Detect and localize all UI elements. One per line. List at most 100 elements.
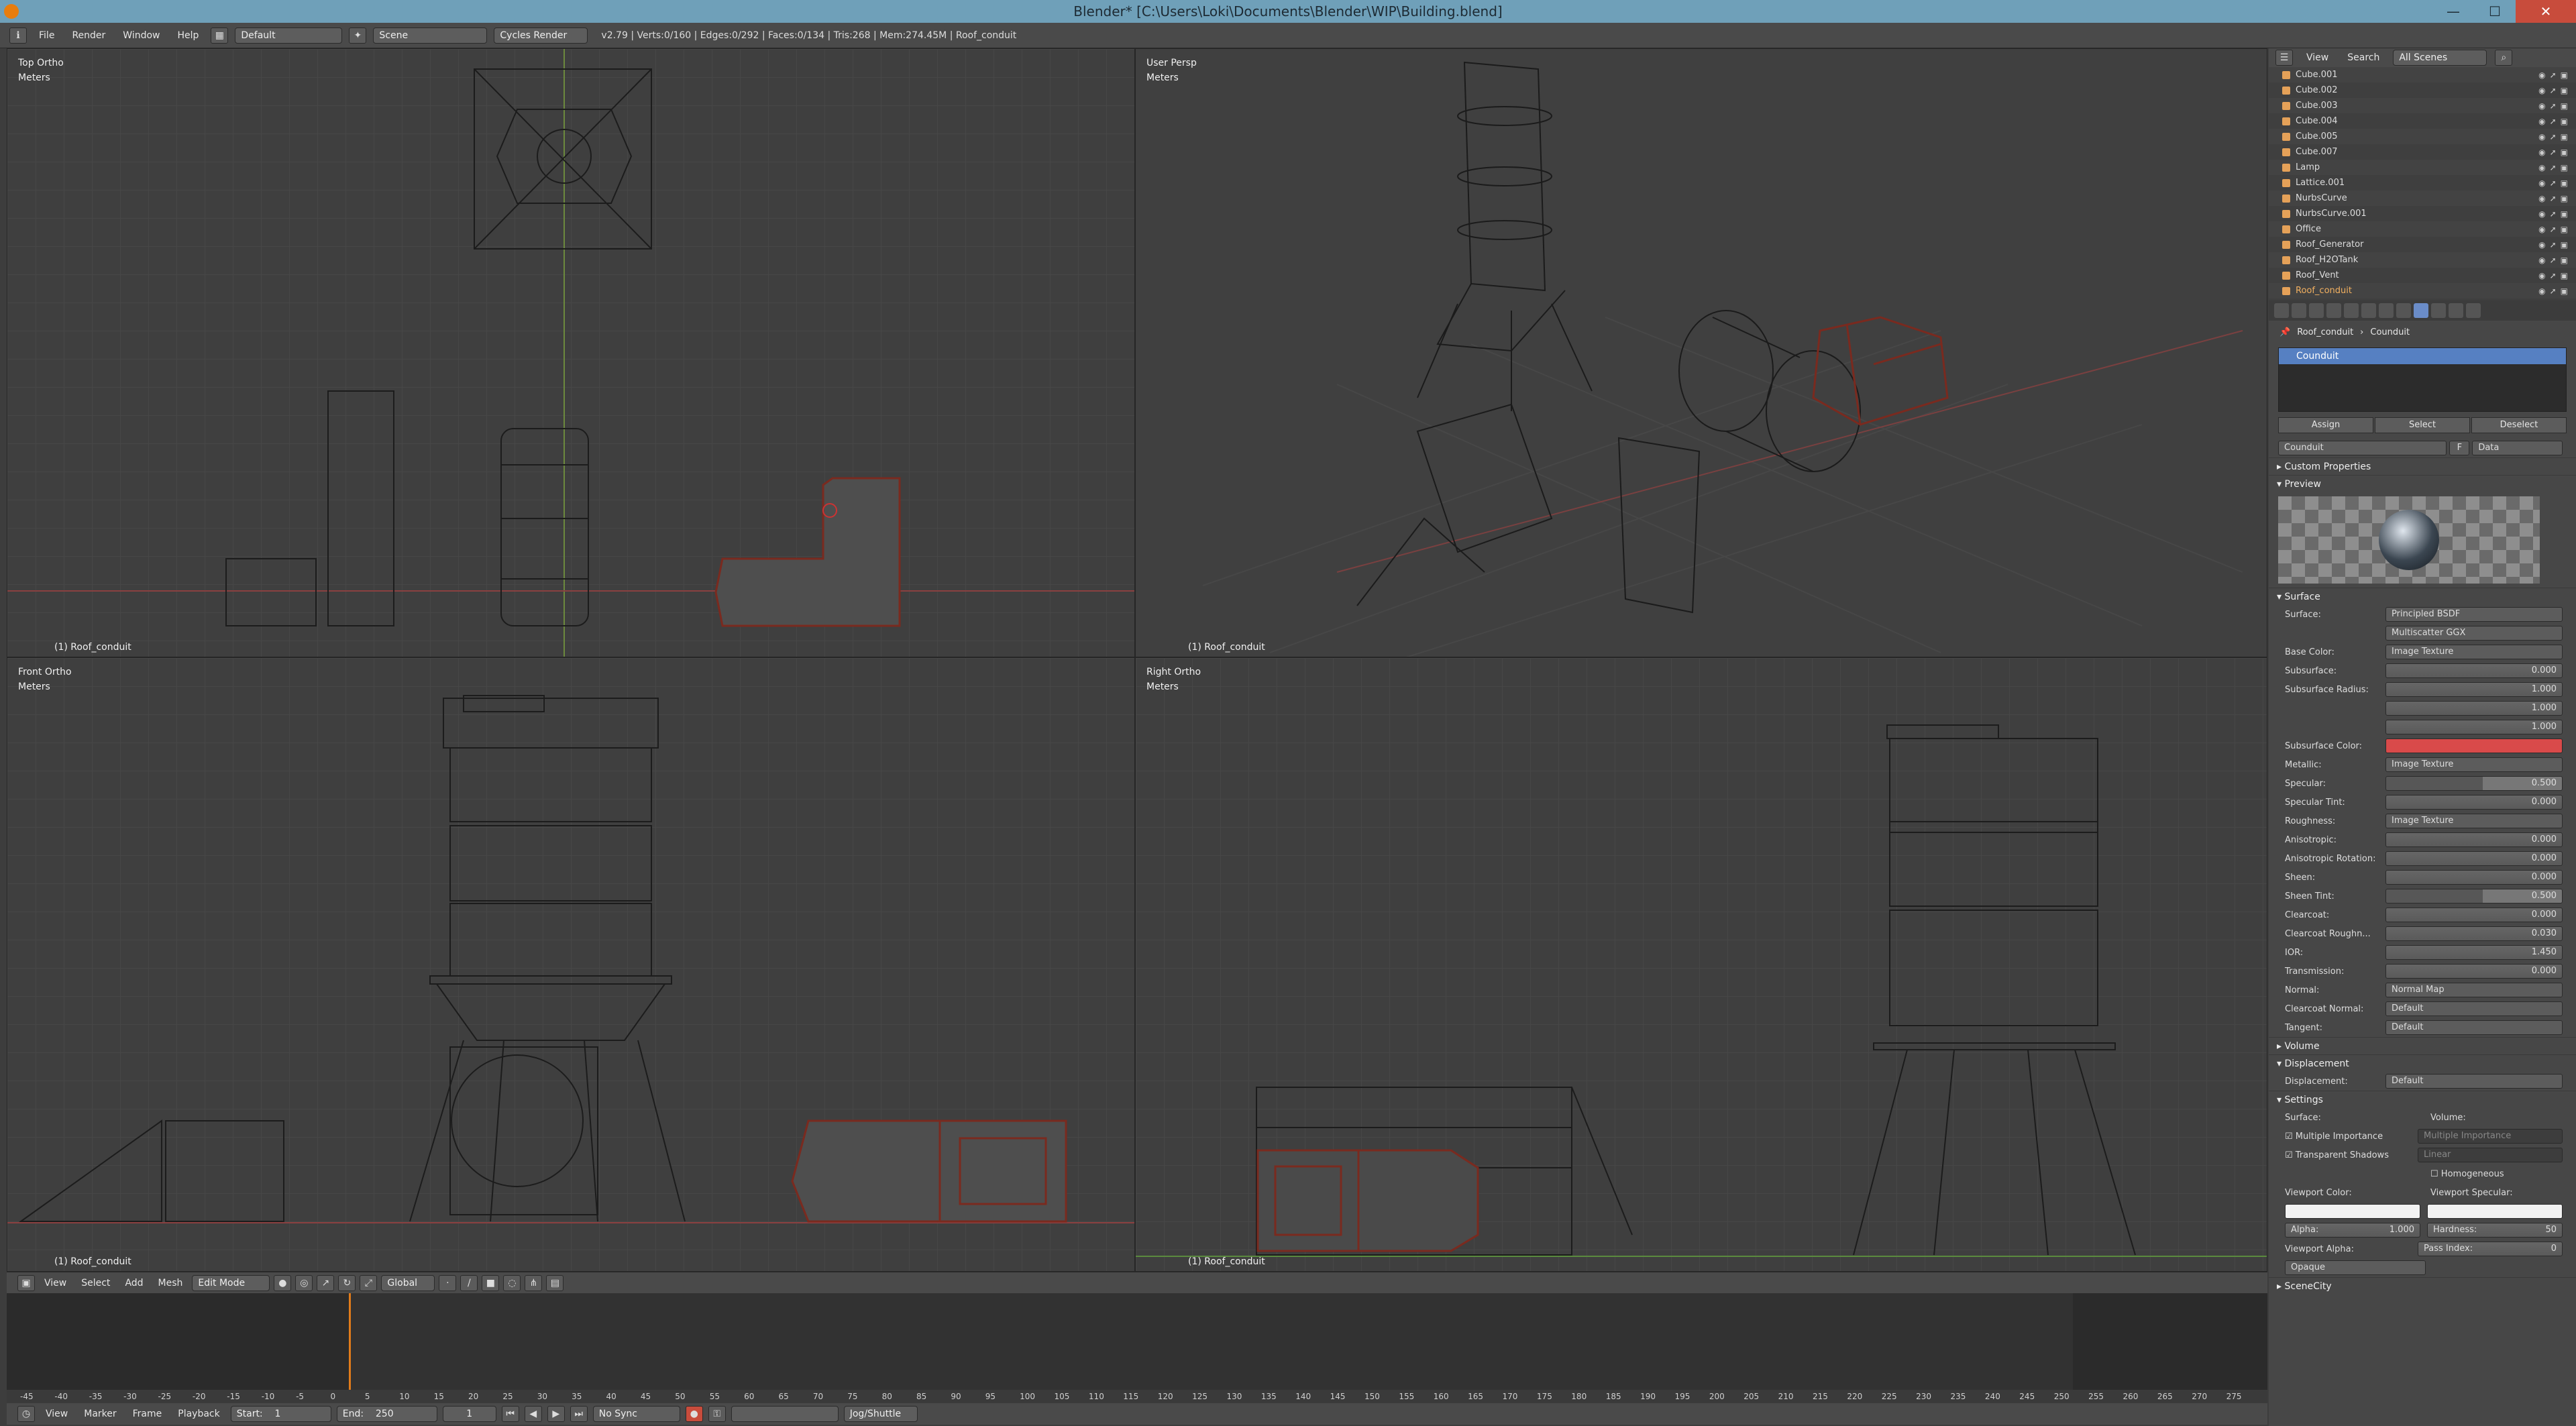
render-camera-icon[interactable]: ▣ xyxy=(2561,163,2568,172)
render-camera-icon[interactable]: ▣ xyxy=(2561,86,2568,95)
render-camera-icon[interactable]: ▣ xyxy=(2561,194,2568,203)
viewport-top-ortho[interactable]: Top Ortho Meters (1) Roof_conduit xyxy=(7,48,1135,657)
surface-row-field[interactable]: Multiscatter GGX xyxy=(2385,626,2563,641)
vertex-select-icon[interactable]: · xyxy=(439,1274,457,1291)
visibility-eye-icon[interactable]: ◉ xyxy=(2538,101,2545,111)
pivot-icon[interactable]: ◎ xyxy=(295,1274,313,1291)
object-tab-icon[interactable] xyxy=(2344,303,2359,318)
select-arrow-icon[interactable]: ➚ xyxy=(2550,148,2557,157)
manipulator-icon[interactable]: ↗ xyxy=(317,1274,335,1291)
pass-index-field[interactable]: Pass Index: 0 xyxy=(2418,1242,2563,1256)
surface-row-field[interactable]: 0.000 xyxy=(2385,964,2563,979)
outliner-item[interactable]: Cube.007 ◉ ➚ ▣ xyxy=(2269,144,2576,160)
pin-icon[interactable]: 📌 xyxy=(2279,327,2290,337)
menu-marker[interactable]: Marker xyxy=(78,1409,121,1419)
viewport-right-ortho[interactable]: Right Ortho Meters (1) Roof_conduit xyxy=(1135,657,2267,1272)
surface-row-field[interactable]: Image Texture xyxy=(2385,757,2563,772)
current-frame-field[interactable]: 1 xyxy=(442,1406,496,1422)
surface-row-field[interactable]: 1.450 xyxy=(2385,945,2563,960)
link-dropdown[interactable]: Data xyxy=(2472,441,2563,455)
blend-mode-dropdown[interactable]: Opaque xyxy=(2285,1260,2426,1275)
surface-row-field[interactable]: Default xyxy=(2385,1020,2563,1035)
render-camera-icon[interactable]: ▣ xyxy=(2561,271,2568,280)
render-preview-icon[interactable]: ▤ xyxy=(546,1274,564,1291)
constraints-tab-icon[interactable] xyxy=(2361,303,2376,318)
visibility-eye-icon[interactable]: ◉ xyxy=(2538,86,2545,95)
select-arrow-icon[interactable]: ➚ xyxy=(2550,271,2557,280)
jump-start-icon[interactable]: ⏮ xyxy=(501,1406,519,1422)
surface-row-field[interactable]: Default xyxy=(2385,1001,2563,1016)
visibility-eye-icon[interactable]: ◉ xyxy=(2538,70,2545,80)
render-camera-icon[interactable]: ▣ xyxy=(2561,70,2568,80)
menu-file[interactable]: File xyxy=(34,30,60,41)
outliner-item[interactable]: Roof_Vent ◉ ➚ ▣ xyxy=(2269,268,2576,283)
select-button[interactable]: Select xyxy=(2375,417,2470,433)
surface-row-field[interactable]: 0.030 xyxy=(2385,926,2563,941)
surface-row-field[interactable]: Image Texture xyxy=(2385,814,2563,828)
particles-tab-icon[interactable] xyxy=(2449,303,2463,318)
outliner-item[interactable]: Cube.002 ◉ ➚ ▣ xyxy=(2269,83,2576,98)
select-arrow-icon[interactable]: ➚ xyxy=(2550,209,2557,219)
outliner-item[interactable]: Office ◉ ➚ ▣ xyxy=(2269,221,2576,237)
menu-mesh[interactable]: Mesh xyxy=(153,1278,189,1288)
select-arrow-icon[interactable]: ➚ xyxy=(2550,286,2557,296)
volume-sampling-dropdown[interactable]: Multiple Importance xyxy=(2418,1129,2563,1144)
panel-surface[interactable]: ▾ Surface xyxy=(2269,588,2576,605)
select-arrow-icon[interactable]: ➚ xyxy=(2550,70,2557,80)
close-button[interactable]: ✕ xyxy=(2516,0,2576,23)
outliner-item[interactable]: Roof_H2OTank ◉ ➚ ▣ xyxy=(2269,252,2576,268)
render-camera-icon[interactable]: ▣ xyxy=(2561,101,2568,111)
record-icon[interactable]: ● xyxy=(685,1406,703,1422)
menu-view[interactable]: View xyxy=(39,1278,72,1288)
select-arrow-icon[interactable]: ➚ xyxy=(2550,117,2557,126)
playhead[interactable] xyxy=(349,1293,351,1405)
volume-interpolation-dropdown[interactable]: Linear xyxy=(2418,1148,2563,1162)
menu-help[interactable]: Help xyxy=(172,30,204,41)
mode-dropdown[interactable]: Edit Mode xyxy=(192,1274,270,1291)
multiple-importance-checkbox[interactable]: ☑ Multiple Importance xyxy=(2285,1132,2418,1142)
fake-user-button[interactable]: F xyxy=(2449,441,2470,455)
search-icon[interactable]: ⌕ xyxy=(2495,50,2513,66)
visibility-eye-icon[interactable]: ◉ xyxy=(2538,240,2545,250)
keying-set-field[interactable] xyxy=(731,1406,839,1422)
menu-render[interactable]: Render xyxy=(66,30,111,41)
select-arrow-icon[interactable]: ➚ xyxy=(2550,132,2557,142)
hardness-field[interactable]: Hardness: 50 xyxy=(2427,1223,2563,1238)
panel-settings[interactable]: ▾ Settings xyxy=(2269,1091,2576,1108)
visibility-eye-icon[interactable]: ◉ xyxy=(2538,286,2545,296)
rotate-icon[interactable]: ↻ xyxy=(338,1274,356,1291)
outliner-item[interactable]: Cube.005 ◉ ➚ ▣ xyxy=(2269,129,2576,144)
start-frame-field[interactable]: Start: 1 xyxy=(230,1406,331,1422)
keying-set-icon[interactable]: ⚿ xyxy=(708,1406,726,1422)
surface-row-field[interactable]: 0.000 xyxy=(2385,663,2563,678)
surface-row-field[interactable]: Image Texture xyxy=(2385,645,2563,659)
outliner-filter-dropdown[interactable]: All Scenes xyxy=(2393,50,2487,66)
orientation-dropdown[interactable]: Global xyxy=(381,1274,435,1291)
end-frame-field[interactable]: End: 250 xyxy=(336,1406,437,1422)
surface-row-field[interactable]: 1.000 xyxy=(2385,720,2563,734)
surface-row-field[interactable]: 0.000 xyxy=(2385,851,2563,866)
minimize-button[interactable]: — xyxy=(2432,0,2474,23)
outliner-item[interactable]: Lamp ◉ ➚ ▣ xyxy=(2269,160,2576,175)
surface-row-field[interactable]: 1.000 xyxy=(2385,701,2563,716)
render-camera-icon[interactable]: ▣ xyxy=(2561,256,2568,265)
menu-select[interactable]: Select xyxy=(76,1278,115,1288)
jog-shuttle-button[interactable]: Jog/Shuttle xyxy=(843,1406,918,1422)
surface-row-field[interactable]: Principled BSDF xyxy=(2385,607,2563,622)
outliner-item[interactable]: Roof_Generator ◉ ➚ ▣ xyxy=(2269,237,2576,252)
shading-icon[interactable]: ● xyxy=(274,1274,292,1291)
render-camera-icon[interactable]: ▣ xyxy=(2561,148,2568,157)
outliner-item[interactable]: Lattice.001 ◉ ➚ ▣ xyxy=(2269,175,2576,190)
select-arrow-icon[interactable]: ➚ xyxy=(2550,178,2557,188)
menu-search[interactable]: Search xyxy=(2342,52,2385,63)
layout-dropdown[interactable]: Default xyxy=(235,27,343,44)
render-camera-icon[interactable]: ▣ xyxy=(2561,286,2568,296)
viewport-user-persp[interactable]: User Persp Meters (1) Roof_conduit xyxy=(1135,48,2267,657)
outliner-item[interactable]: Cube.001 ◉ ➚ ▣ xyxy=(2269,67,2576,83)
visibility-eye-icon[interactable]: ◉ xyxy=(2538,225,2545,234)
visibility-eye-icon[interactable]: ◉ xyxy=(2538,194,2545,203)
scale-icon[interactable]: ⤢ xyxy=(360,1274,378,1291)
material-slot-item[interactable]: Counduit xyxy=(2279,348,2566,364)
viewport-front-ortho[interactable]: Front Ortho Meters (1) Roof_conduit xyxy=(7,657,1135,1272)
surface-row-field[interactable]: Normal Map xyxy=(2385,983,2563,997)
